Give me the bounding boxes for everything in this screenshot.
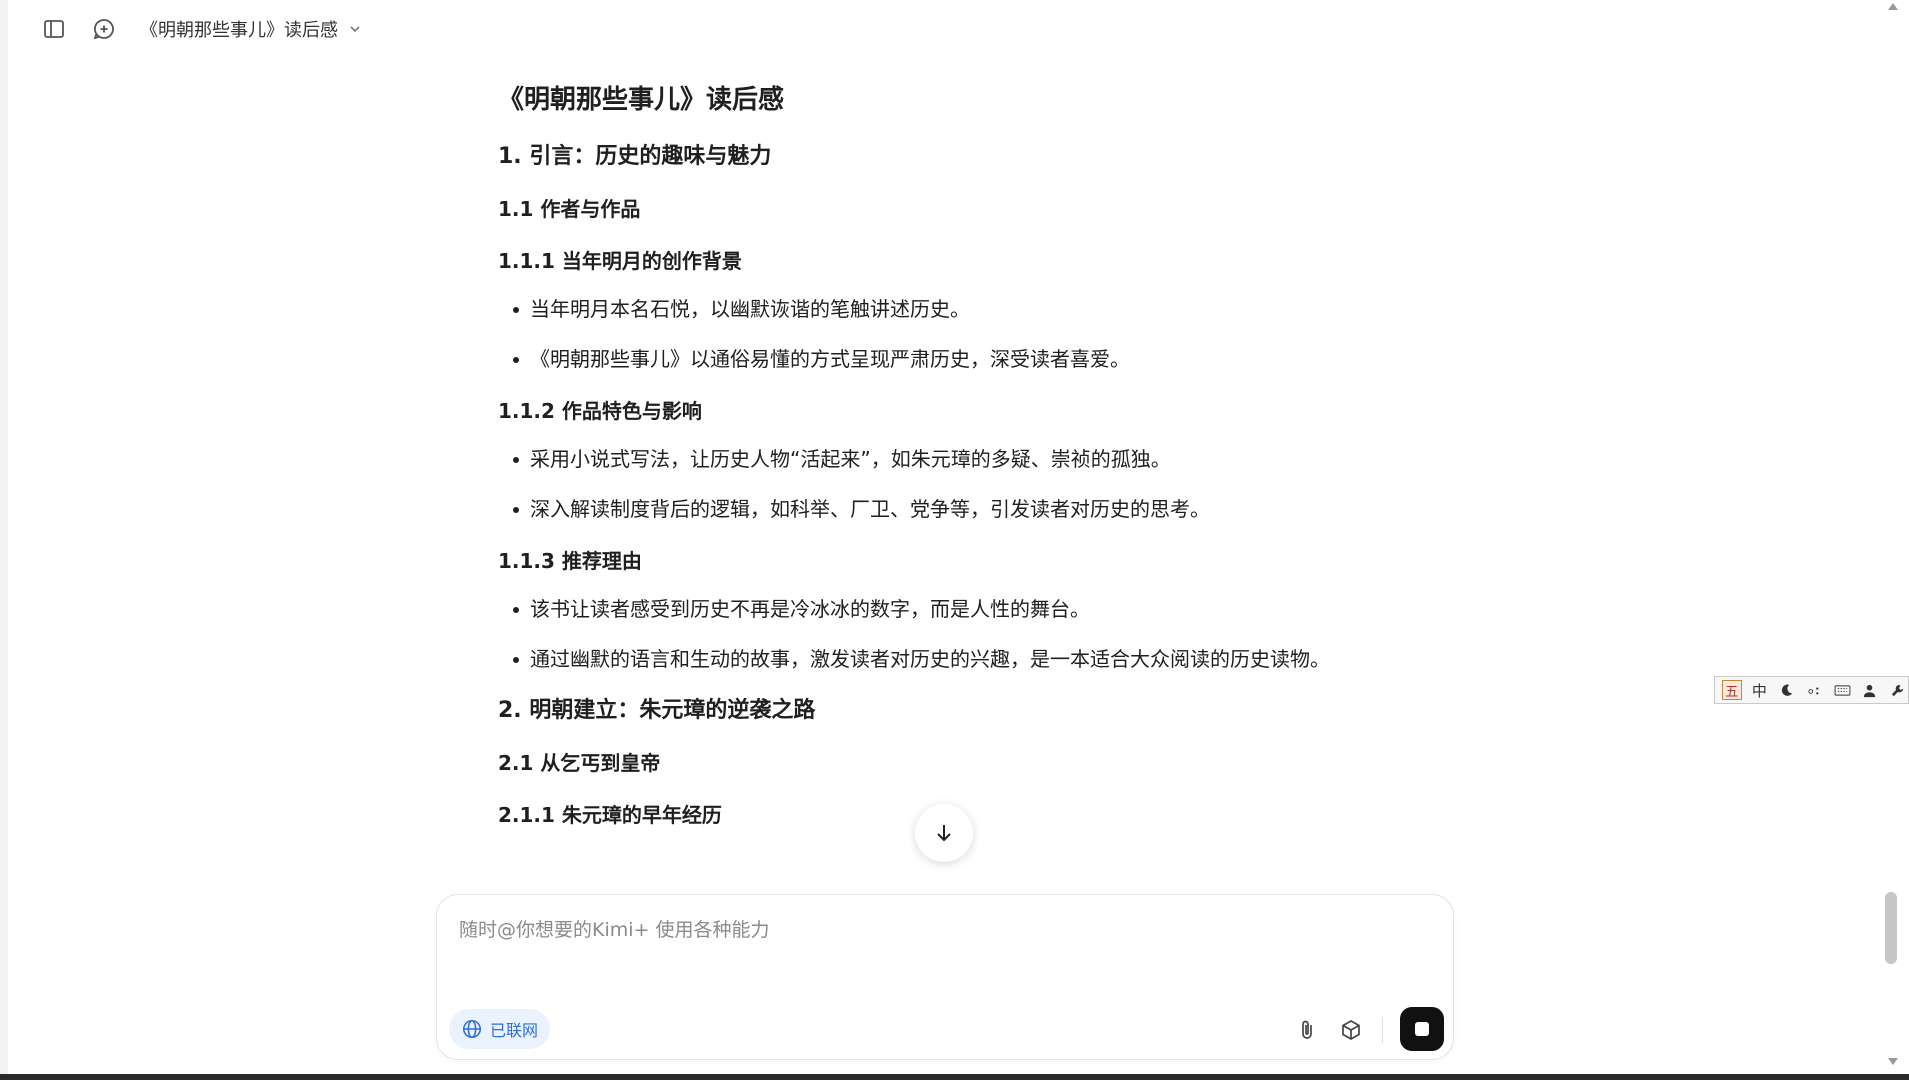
tools-button[interactable]: [1333, 1012, 1369, 1048]
section-heading: 1. 引言：历史的趣味与魅力: [498, 144, 772, 169]
new-chat-icon: [93, 19, 114, 40]
scroll-to-bottom-button[interactable]: [915, 804, 973, 862]
globe-icon: [462, 1019, 482, 1039]
chat-input-placeholder[interactable]: 随时@你想要的Kimi+ 使用各种能力: [459, 915, 770, 942]
document-title: 《明朝那些事儿》读后感: [498, 85, 785, 115]
scrollbar-thumb[interactable]: [1885, 892, 1897, 964]
toolbar-divider: [1382, 1017, 1383, 1043]
list-item: 当年明月本名石悦，以幽默诙谐的笔触讲述历史。: [498, 294, 1398, 324]
scroll-up-arrow-icon[interactable]: [1886, 0, 1900, 14]
web-search-label: 已联网: [490, 1021, 539, 1040]
scroll-down-arrow-icon[interactable]: [1886, 1054, 1900, 1068]
new-chat-button[interactable]: [84, 9, 124, 49]
ime-mode-toggle[interactable]: 中: [1749, 679, 1771, 701]
chevron-down-icon: [350, 26, 360, 33]
sidebar-toggle-icon: [44, 20, 64, 38]
bullet-list: 当年明月本名石悦，以幽默诙谐的笔触讲述历史。 《明朝那些事儿》以通俗易懂的方式呈…: [498, 294, 1398, 374]
subsection-heading: 1.1 作者与作品: [498, 197, 641, 221]
window-bottom-edge: [0, 1074, 1909, 1080]
punctuation-icon[interactable]: [1804, 679, 1826, 701]
paperclip-icon: [1302, 1020, 1312, 1039]
message-content: 《明朝那些事儿》读后感 1. 引言：历史的趣味与魅力 1.1 作者与作品 1.1…: [498, 62, 1398, 882]
page-scrollbar[interactable]: [1878, 0, 1909, 1074]
moon-icon[interactable]: [1776, 679, 1798, 701]
sub-subsection-heading: 1.1.1 当年明月的创作背景: [498, 249, 742, 273]
ime-logo[interactable]: 五: [1721, 679, 1743, 701]
stop-icon: [1415, 1022, 1429, 1036]
sub-subsection-heading: 1.1.2 作品特色与影响: [498, 399, 702, 423]
list-item: 采用小说式写法，让历史人物“活起来”，如朱元璋的多疑、崇祯的孤独。: [498, 444, 1398, 474]
subsection-heading: 2.1 从乞丐到皇帝: [498, 751, 661, 775]
chat-title-dropdown[interactable]: 《明朝那些事儿》读后感: [140, 16, 362, 42]
list-item: 通过幽默的语言和生动的故事，激发读者对历史的兴趣，是一本适合大众阅读的历史读物。: [498, 644, 1398, 674]
cube-icon: [1342, 1020, 1360, 1040]
bullet-list: 采用小说式写法，让历史人物“活起来”，如朱元璋的多疑、崇祯的孤独。 深入解读制度…: [498, 444, 1398, 524]
section-heading: 2. 明朝建立：朱元璋的逆袭之路: [498, 698, 816, 723]
stop-generating-button[interactable]: [1400, 1007, 1444, 1051]
sub-subsection-heading: 1.1.3 推荐理由: [498, 549, 642, 573]
chat-title-text: 《明朝那些事儿》读后感: [140, 20, 338, 41]
sidebar-toggle-button[interactable]: [34, 9, 74, 49]
keyboard-icon[interactable]: [1831, 679, 1853, 701]
left-edge-strip: [0, 0, 8, 1080]
list-item: 该书让读者感受到历史不再是冷冰冰的数字，而是人性的舞台。: [498, 594, 1398, 624]
web-search-toggle[interactable]: 已联网: [449, 1009, 551, 1049]
list-item: 深入解读制度背后的逻辑，如科举、厂卫、党争等，引发读者对历史的思考。: [498, 494, 1398, 524]
chat-input-box[interactable]: 随时@你想要的Kimi+ 使用各种能力 已联网: [436, 894, 1454, 1060]
attach-file-button[interactable]: [1289, 1012, 1325, 1048]
arrow-down-icon: [937, 825, 951, 842]
list-item: 《明朝那些事儿》以通俗易懂的方式呈现严肃历史，深受读者喜爱。: [498, 344, 1398, 374]
bullet-list: 该书让读者感受到历史不再是冷冰冰的数字，而是人性的舞台。 通过幽默的语言和生动的…: [498, 594, 1398, 674]
top-header: 《明朝那些事儿》读后感: [8, 0, 1878, 58]
